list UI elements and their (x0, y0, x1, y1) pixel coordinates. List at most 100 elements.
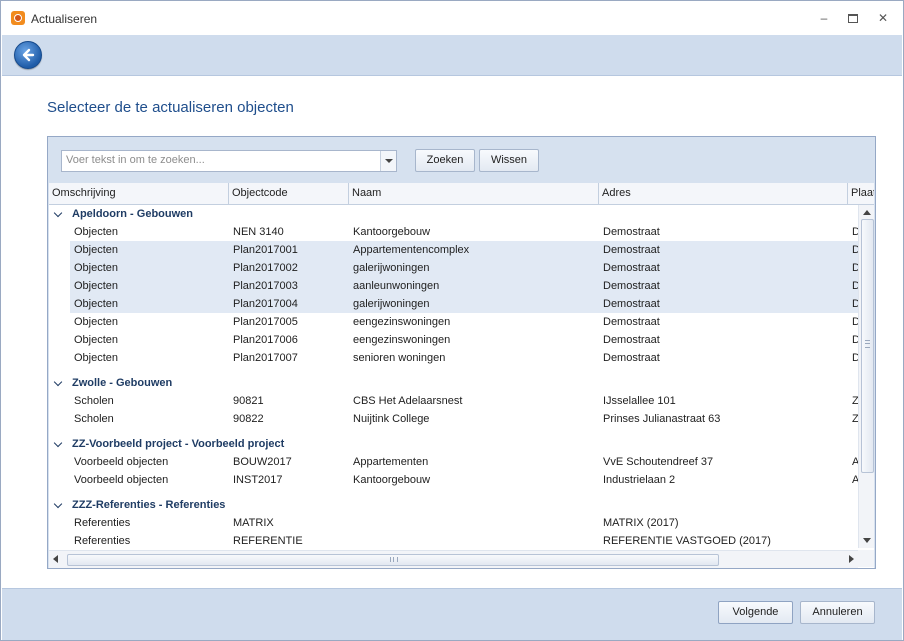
search-dropdown-button[interactable] (380, 151, 396, 171)
close-button[interactable]: ✕ (870, 9, 896, 27)
table-row[interactable]: Referenties REFERENTIE REFERENTIE VASTGOED… (70, 532, 858, 548)
back-button[interactable] (14, 41, 42, 69)
cell-adres: Industrielaan 2 (603, 474, 676, 486)
maximize-icon (848, 14, 858, 24)
cell-adres: MATRIX (2017) (603, 517, 679, 529)
scrollbar-corner (858, 550, 874, 567)
cell-objectcode: Plan2017007 (233, 352, 298, 364)
cell-adres: Demostraat (603, 244, 660, 256)
cell-adres: Demostraat (603, 316, 660, 328)
cell-objectcode: REFERENTIE (233, 535, 303, 547)
cell-objectcode: Plan2017004 (233, 298, 298, 310)
horizontal-scrollbar[interactable] (49, 550, 858, 568)
app-logo-icon (11, 11, 25, 25)
minimize-button[interactable]: – (811, 9, 837, 27)
table-row[interactable]: Objecten Plan2017003 aanleunwoningen Demost… (70, 277, 858, 295)
vertical-scroll-thumb[interactable] (861, 219, 874, 473)
group-title: Apeldoorn - Gebouwen (72, 208, 193, 220)
search-button[interactable]: Zoeken (415, 149, 475, 172)
cell-naam: aanleunwoningen (353, 280, 440, 292)
maximize-button[interactable] (840, 9, 866, 27)
group-row[interactable]: Zwolle - Gebouwen (49, 374, 858, 392)
table-row[interactable]: Voorbeeld objecten BOUW2017 Appartementen V… (70, 453, 858, 471)
column-header-naam[interactable]: Naam (349, 183, 599, 204)
cell-adres: Demostraat (603, 262, 660, 274)
cell-objectcode: NEN 3140 (233, 226, 284, 238)
cell-naam: galerijwoningen (353, 262, 430, 274)
cell-adres: Demostraat (603, 280, 660, 292)
objects-grid: Omschrijving Objectcode Naam Adres Plaat… (49, 183, 874, 568)
column-header-adres[interactable]: Adres (599, 183, 848, 204)
chevron-down-icon[interactable] (53, 499, 63, 509)
scroll-down-arrow-icon[interactable] (863, 538, 871, 543)
object-selection-panel: Zoeken Wissen Omschrijving Objectcode Na… (47, 136, 876, 569)
table-row[interactable]: Objecten Plan2017001 Appartementencomplex D… (70, 241, 858, 259)
table-row[interactable]: Objecten Plan2017006 eengezinswoningen Demo… (70, 331, 858, 349)
group-title: ZZ-Voorbeeld project - Voorbeeld project (72, 438, 285, 450)
column-header-plaats[interactable]: Plaat (848, 183, 874, 204)
chevron-down-icon[interactable] (53, 208, 63, 218)
next-button[interactable]: Volgende (718, 601, 793, 624)
grip-icon (390, 557, 398, 562)
table-row[interactable]: Voorbeeld objecten INST2017 Kantoorgebouw I… (70, 471, 858, 489)
search-input[interactable] (62, 151, 388, 169)
group-title: ZZZ-Referenties - Referenties (72, 499, 226, 511)
table-row[interactable]: Objecten Plan2017002 galerijwoningen Demost… (70, 259, 858, 277)
cell-naam: Appartementen (353, 456, 429, 468)
title-bar: Actualiseren – ✕ (1, 1, 903, 35)
scroll-up-arrow-icon[interactable] (863, 210, 871, 215)
table-row[interactable]: Objecten Plan2017004 galerijwoningen Demost… (70, 295, 858, 313)
column-header-objectcode[interactable]: Objectcode (229, 183, 349, 204)
grid-rows: Apeldoorn - Gebouwen Objecten NEN 3140 Kant… (49, 205, 858, 548)
table-row[interactable]: Referenties MATRIX MATRIX (2017) (70, 514, 858, 532)
cell-omschrijving: Objecten (74, 244, 119, 256)
group-row[interactable]: ZZ-Voorbeeld project - Voorbeeld project (49, 435, 858, 453)
cell-naam: Kantoorgebouw (353, 226, 431, 238)
cell-naam: Nuijtink College (353, 413, 430, 425)
group-row[interactable]: Apeldoorn - Gebouwen (49, 205, 858, 223)
cell-adres: VvE Schoutendreef 37 (603, 456, 714, 468)
cell-adres: Demostraat (603, 226, 660, 238)
cell-naam: CBS Het Adelaarsnest (353, 395, 463, 407)
column-headers: Omschrijving Objectcode Naam Adres Plaat (49, 183, 874, 205)
column-header-omschrijving[interactable]: Omschrijving (49, 183, 229, 204)
cell-objectcode: Plan2017002 (233, 262, 298, 274)
table-row[interactable]: Objecten Plan2017007 senioren woningen Demo… (70, 349, 858, 367)
table-row[interactable]: Scholen 90822 Nuijtink College Prinses Juli… (70, 410, 858, 428)
cell-omschrijving: Voorbeeld objecten (74, 474, 169, 486)
cell-naam: galerijwoningen (353, 298, 430, 310)
table-row[interactable]: Objecten NEN 3140 Kantoorgebouw Demostraat D (70, 223, 858, 241)
window-title: Actualiseren (31, 12, 98, 26)
vertical-scrollbar[interactable] (858, 205, 874, 548)
cell-objectcode: Plan2017001 (233, 244, 298, 256)
table-row[interactable]: Scholen 90821 CBS Het Adelaarsnest IJsselal… (70, 392, 858, 410)
cell-adres: Demostraat (603, 298, 660, 310)
cell-omschrijving: Scholen (74, 413, 114, 425)
chevron-down-icon[interactable] (53, 377, 63, 387)
cell-adres: REFERENTIE VASTGOED (2017) (603, 535, 771, 547)
cell-omschrijving: Objecten (74, 316, 119, 328)
cell-adres: Demostraat (603, 352, 660, 364)
cell-adres: IJsselallee 101 (603, 395, 676, 407)
cell-objectcode: 90822 (233, 413, 264, 425)
scroll-right-arrow-icon[interactable] (849, 555, 854, 563)
cell-omschrijving: Objecten (74, 352, 119, 364)
search-field[interactable] (61, 150, 397, 172)
group-row[interactable]: ZZZ-Referenties - Referenties (49, 496, 858, 514)
page-title: Selecteer de te actualiseren objecten (47, 99, 294, 116)
cell-omschrijving: Referenties (74, 517, 131, 529)
horizontal-scroll-thumb[interactable] (67, 554, 719, 566)
table-row[interactable]: Objecten Plan2017005 eengezinswoningen Demo… (70, 313, 858, 331)
cell-omschrijving: Referenties (74, 535, 131, 547)
cancel-button[interactable]: Annuleren (800, 601, 875, 624)
cell-omschrijving: Objecten (74, 262, 119, 274)
cell-objectcode: Plan2017005 (233, 316, 298, 328)
cell-objectcode: BOUW2017 (233, 456, 292, 468)
cell-omschrijving: Scholen (74, 395, 114, 407)
clear-button[interactable]: Wissen (479, 149, 539, 172)
cell-omschrijving: Objecten (74, 298, 119, 310)
chevron-down-icon[interactable] (53, 438, 63, 448)
scroll-left-arrow-icon[interactable] (53, 555, 58, 563)
grip-icon (865, 340, 870, 348)
cell-omschrijving: Voorbeeld objecten (74, 456, 169, 468)
